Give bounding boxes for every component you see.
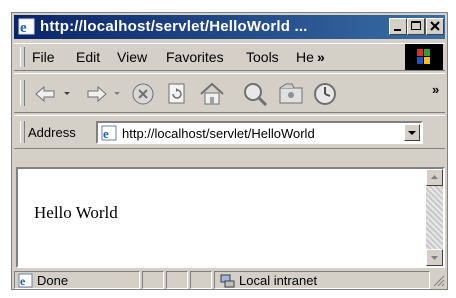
home-icon bbox=[200, 82, 224, 105]
history-icon bbox=[314, 83, 336, 105]
address-bar: Address e http://localhost/servlet/Hello… bbox=[14, 115, 445, 149]
address-field[interactable]: e http://localhost/servlet/HelloWorld bbox=[96, 121, 423, 144]
svg-text:e: e bbox=[103, 126, 109, 141]
status-bar: e Done Local intranet bbox=[14, 271, 445, 289]
menu-view[interactable]: View bbox=[117, 49, 147, 65]
scroll-down-button[interactable] bbox=[426, 249, 443, 266]
status-pane-zone: Local intranet bbox=[214, 271, 430, 289]
address-dropdown-button[interactable] bbox=[404, 124, 420, 141]
refresh-icon bbox=[168, 83, 185, 104]
close-icon bbox=[430, 21, 440, 31]
minimize-button[interactable] bbox=[389, 18, 407, 35]
search-icon bbox=[244, 83, 268, 107]
zone-text: Local intranet bbox=[239, 273, 318, 288]
address-label: Address bbox=[28, 125, 76, 140]
refresh-button[interactable] bbox=[164, 80, 190, 108]
ie-page-icon: e bbox=[18, 18, 35, 35]
menu-help[interactable]: He bbox=[296, 49, 314, 65]
history-button[interactable] bbox=[310, 80, 340, 108]
menu-favorites[interactable]: Favorites bbox=[166, 49, 224, 65]
toolbar-grip[interactable] bbox=[20, 80, 25, 106]
status-pane-main: e Done bbox=[14, 271, 140, 289]
close-button[interactable] bbox=[426, 18, 444, 35]
svg-text:e: e bbox=[20, 274, 26, 288]
toolbar-overflow-chevron[interactable]: » bbox=[432, 82, 439, 97]
address-grip[interactable] bbox=[20, 121, 25, 143]
menu-edit[interactable]: Edit bbox=[76, 49, 100, 65]
search-button[interactable] bbox=[240, 80, 270, 108]
favorites-button[interactable] bbox=[276, 80, 306, 108]
menu-overflow-chevron[interactable]: » bbox=[317, 49, 325, 65]
favorites-icon bbox=[279, 83, 303, 104]
status-pane-2 bbox=[142, 271, 164, 289]
standard-toolbar: » bbox=[14, 73, 445, 113]
arrow-down-icon bbox=[431, 256, 438, 260]
chevron-down-icon bbox=[408, 131, 416, 135]
menu-file[interactable]: File bbox=[32, 49, 55, 65]
page-icon: e bbox=[101, 125, 117, 141]
svg-text:e: e bbox=[20, 20, 27, 35]
menu-tools[interactable]: Tools bbox=[246, 49, 279, 65]
windows-flag-icon bbox=[417, 49, 430, 64]
minimize-icon bbox=[394, 29, 401, 31]
resize-grip-icon[interactable] bbox=[432, 274, 445, 287]
stop-button[interactable] bbox=[130, 80, 156, 108]
maximize-button[interactable] bbox=[407, 18, 425, 35]
arrow-up-icon bbox=[431, 175, 438, 179]
title-bar[interactable]: e http://localhost/servlet/HelloWorld ..… bbox=[14, 15, 445, 39]
scroll-up-button[interactable] bbox=[426, 169, 443, 186]
page-text: Hello World bbox=[34, 203, 118, 222]
menu-bar: File Edit View Favorites Tools He » bbox=[14, 43, 445, 71]
intranet-icon bbox=[220, 274, 235, 288]
menu-grip[interactable] bbox=[20, 47, 25, 67]
vertical-scrollbar[interactable] bbox=[426, 169, 443, 266]
window-title: http://localhost/servlet/HelloWorld ... bbox=[40, 18, 308, 35]
back-icon bbox=[35, 85, 70, 103]
status-pane-3 bbox=[166, 271, 188, 289]
stop-icon bbox=[132, 83, 154, 105]
status-text: Done bbox=[37, 273, 69, 288]
browser-window: e http://localhost/servlet/HelloWorld ..… bbox=[11, 12, 448, 290]
page-done-icon: e bbox=[18, 273, 33, 288]
back-button[interactable] bbox=[32, 80, 76, 108]
forward-icon bbox=[87, 85, 120, 103]
status-pane-4 bbox=[190, 271, 212, 289]
page-content: Hello World bbox=[16, 167, 445, 268]
maximize-icon bbox=[411, 21, 421, 30]
home-button[interactable] bbox=[198, 80, 226, 108]
address-url[interactable]: http://localhost/servlet/HelloWorld bbox=[122, 126, 315, 141]
forward-button[interactable] bbox=[82, 80, 126, 108]
windows-logo bbox=[405, 44, 443, 70]
